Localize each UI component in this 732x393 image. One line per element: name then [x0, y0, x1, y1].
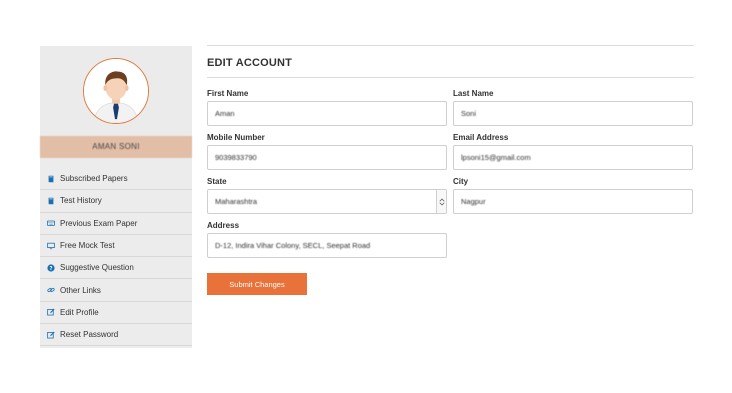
- avatar: [83, 58, 149, 124]
- sidebar-item-test-history[interactable]: Test History: [40, 190, 192, 213]
- last-name-label: Last Name: [453, 89, 494, 98]
- email-address-field[interactable]: lpsoni15@gmail.com: [453, 145, 693, 170]
- mobile-number-label: Mobile Number: [207, 133, 265, 142]
- book-icon: [47, 197, 57, 205]
- first-name-field[interactable]: Aman: [207, 101, 447, 126]
- keyboard-icon: [47, 219, 57, 227]
- city-label: City: [453, 177, 469, 186]
- last-name-value: Soni: [461, 109, 477, 118]
- sidebar-item-label: Test History: [60, 196, 102, 206]
- sidebar-item-subscribed-papers[interactable]: Subscribed Papers: [40, 168, 192, 191]
- mobile-number-value: 9039833790: [215, 153, 257, 162]
- first-name-label: First Name: [207, 89, 249, 98]
- sidebar-item-label: Previous Exam Paper: [60, 218, 138, 228]
- first-name-value: Aman: [215, 109, 235, 118]
- sidebar-item-label: Free Mock Test: [60, 241, 115, 251]
- link-icon: [47, 286, 57, 294]
- state-value: Maharashtra: [215, 197, 258, 206]
- sidebar-item-reset-password[interactable]: Reset Password: [40, 324, 192, 347]
- account-sidebar: AMAN SONI Subscribed Papers Test History…: [40, 46, 192, 348]
- user-avatar-icon: [84, 59, 148, 123]
- email-address-label: Email Address: [453, 133, 509, 142]
- sidebar-item-free-mock-test[interactable]: Free Mock Test: [40, 234, 192, 258]
- sidebar-item-suggestive-question[interactable]: ? Suggestive Question: [40, 257, 192, 280]
- address-value: D-12, Indira Vihar Colony, SECL, Seepat …: [215, 241, 371, 250]
- mobile-number-field[interactable]: 9039833790: [207, 145, 447, 170]
- sidebar-item-label: Subscribed Papers: [60, 174, 128, 184]
- sidebar-item-edit-profile[interactable]: Edit Profile: [40, 301, 192, 325]
- sidebar-item-label: Other Links: [60, 285, 101, 295]
- address-label: Address: [207, 221, 240, 230]
- edit-icon: [47, 308, 57, 316]
- sidebar-item-label: Suggestive Question: [60, 263, 134, 273]
- book-icon: [47, 175, 57, 183]
- sidebar-item-label: Reset Password: [60, 330, 119, 340]
- submit-changes-button[interactable]: Submit Changes: [207, 273, 307, 295]
- profile-box: [40, 46, 192, 136]
- edit-icon: [47, 331, 57, 339]
- email-address-value: lpsoni15@gmail.com: [461, 153, 531, 162]
- question-circle-icon: ?: [47, 264, 57, 272]
- state-label: State: [207, 177, 227, 186]
- edit-account-panel: EDIT ACCOUNT: [207, 45, 694, 78]
- monitor-icon: [47, 242, 57, 250]
- sidebar-item-other-links[interactable]: Other Links: [40, 279, 192, 302]
- svg-text:?: ?: [49, 266, 52, 272]
- select-arrows-icon: [436, 190, 446, 213]
- user-name: AMAN SONI: [40, 136, 192, 158]
- state-select[interactable]: Maharashtra: [207, 189, 447, 214]
- last-name-field[interactable]: Soni: [453, 101, 693, 126]
- address-field[interactable]: D-12, Indira Vihar Colony, SECL, Seepat …: [207, 233, 447, 258]
- sidebar-item-label: Edit Profile: [60, 307, 99, 317]
- sidebar-item-previous-exam-paper[interactable]: Previous Exam Paper: [40, 212, 192, 235]
- page-title: EDIT ACCOUNT: [207, 57, 293, 69]
- divider: [207, 77, 694, 78]
- divider: [207, 45, 694, 46]
- city-value: Nagpur: [461, 197, 486, 206]
- city-field[interactable]: Nagpur: [453, 189, 693, 214]
